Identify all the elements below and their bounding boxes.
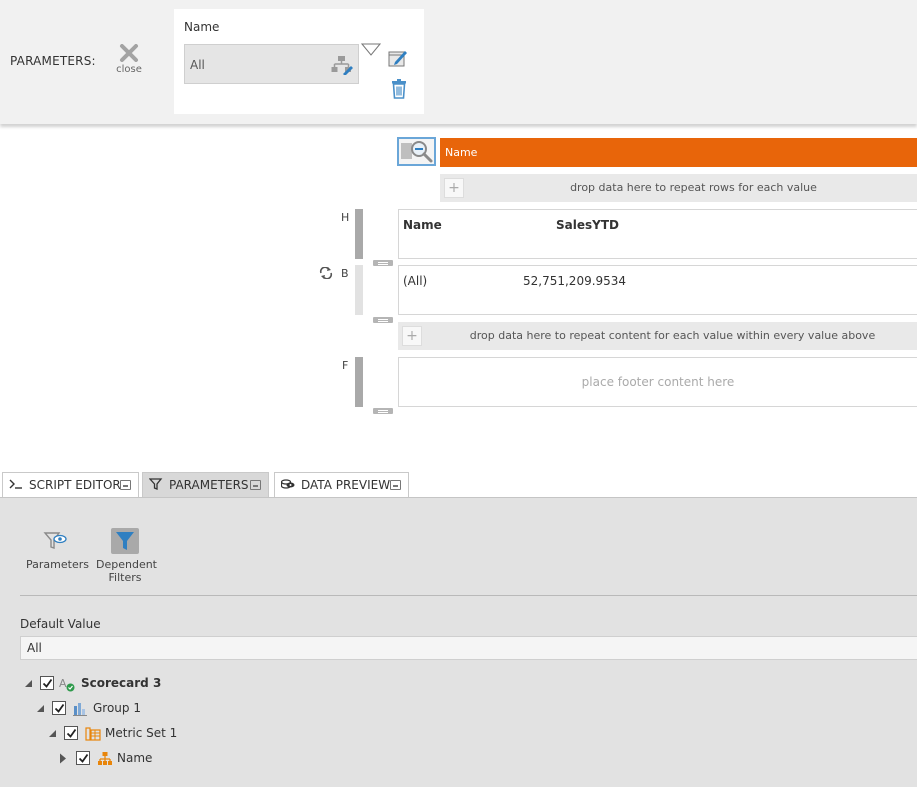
tab-script-editor-label: SCRIPT EDITOR (29, 478, 121, 492)
parameter-name: Name (184, 20, 220, 34)
header-band-bar[interactable] (355, 209, 363, 259)
parameter-value-field[interactable]: All (184, 44, 359, 84)
repeat-icon[interactable] (319, 267, 333, 279)
expanded-arrow-icon[interactable] (24, 679, 33, 688)
header-band-resize-handle[interactable] (373, 260, 393, 266)
group-header-name[interactable]: Name (440, 138, 917, 167)
hierarchy-edit-icon[interactable] (331, 55, 353, 75)
dependent-filters-label-1: Dependent (96, 558, 157, 571)
tab-script-editor[interactable]: SCRIPT EDITOR (2, 472, 139, 497)
footer-placeholder: place footer content here (581, 375, 735, 389)
checkbox[interactable] (40, 676, 54, 690)
svg-text:A: A (59, 677, 67, 690)
footer-band-bar[interactable] (355, 357, 363, 407)
group-bar-icon (73, 703, 87, 716)
expanded-arrow-icon[interactable] (48, 729, 57, 738)
expanded-arrow-icon[interactable] (36, 704, 45, 713)
tree-item-label: Metric Set 1 (105, 726, 178, 740)
terminal-icon (9, 479, 22, 489)
dependent-filters-label-2: Filters (108, 571, 142, 584)
parameters-tool-label: Parameters (26, 558, 89, 571)
tree-item-label: Group 1 (93, 701, 141, 715)
parameters-tool-button[interactable]: Parameters (26, 528, 89, 571)
checkbox[interactable] (52, 701, 66, 715)
column-header-salesytd: SalesYTD (556, 218, 619, 232)
minimize-icon[interactable] (390, 480, 401, 490)
parameters-panel: Parameters Dependent Filters Default Val… (0, 497, 917, 787)
tree-item-scorecard[interactable]: A Scorecard 3 (22, 674, 322, 694)
footer-band[interactable]: place footer content here (398, 357, 917, 407)
filter-eye-icon (43, 532, 67, 549)
parameters-title: PARAMETERS: (10, 54, 96, 68)
zoom-selector-button[interactable] (397, 137, 436, 166)
bottom-tabs: SCRIPT EDITOR PARAMETERS DATA PREVIEW (0, 472, 917, 497)
delete-icon[interactable] (390, 79, 408, 99)
tab-data-preview[interactable]: DATA PREVIEW (274, 472, 409, 497)
parameter-value: All (190, 58, 205, 72)
close-button[interactable]: close (112, 44, 146, 80)
minimize-icon[interactable] (120, 480, 131, 490)
column-header-name: Name (403, 218, 442, 232)
close-label: close (116, 64, 142, 75)
cell-salesytd-value: 52,751,209.9534 (523, 274, 627, 288)
filter-funnel-icon (111, 528, 139, 554)
default-value-input[interactable]: All (20, 636, 917, 660)
magnifier-icon (401, 141, 433, 163)
body-band[interactable]: (All) 52,751,209.9534 (398, 265, 917, 315)
body-band-resize-handle[interactable] (373, 317, 393, 323)
tab-data-preview-label: DATA PREVIEW (301, 478, 391, 492)
footer-band-resize-handle[interactable] (373, 408, 393, 414)
tree-item-label: Scorecard 3 (81, 676, 162, 690)
hierarchy-icon (98, 752, 112, 765)
band-letter-body: B (341, 267, 349, 280)
panel-divider (20, 595, 917, 596)
drop-zone-content[interactable]: + drop data here to repeat content for e… (398, 322, 917, 350)
tree-item-label: Name (117, 751, 153, 765)
drop-zone-content-text: drop data here to repeat content for eac… (469, 329, 876, 342)
close-icon (120, 44, 138, 62)
drop-zone-rows[interactable]: + drop data here to repeat rows for each… (440, 174, 917, 202)
minimize-icon[interactable] (250, 480, 261, 490)
metric-set-icon (85, 727, 101, 741)
tree-item-group[interactable]: Group 1 (34, 699, 334, 719)
parameter-card: Name All (174, 9, 424, 114)
header-band[interactable]: Name SalesYTD (398, 209, 917, 259)
body-band-bar[interactable] (355, 265, 363, 315)
plus-icon: + (444, 178, 464, 198)
tree-item-name[interactable]: Name (58, 749, 358, 769)
cell-name-value: (All) (403, 274, 428, 288)
data-preview-icon (281, 479, 295, 489)
drop-zone-rows-text: drop data here to repeat rows for each v… (570, 181, 817, 194)
dependent-filters-tool-button[interactable]: Dependent Filters (96, 528, 157, 584)
scorecard-icon: A (59, 677, 75, 692)
checkbox[interactable] (64, 726, 78, 740)
checkbox[interactable] (76, 751, 90, 765)
parameters-bar: PARAMETERS: close Name All (0, 0, 917, 124)
band-letter-header: H (341, 211, 350, 224)
tree-item-metric-set[interactable]: Metric Set 1 (46, 724, 346, 744)
plus-icon: + (402, 326, 422, 346)
report-designer: Name + drop data here to repeat rows for… (0, 124, 917, 472)
edit-parameter-icon[interactable] (388, 48, 408, 68)
tab-parameters-label: PARAMETERS (169, 478, 249, 492)
default-value-label: Default Value (20, 617, 101, 631)
tab-parameters[interactable]: PARAMETERS (142, 472, 269, 497)
band-letter-footer: F (342, 359, 349, 372)
collapsed-arrow-icon[interactable] (59, 753, 67, 764)
dropdown-arrow-icon[interactable] (361, 43, 381, 57)
filter-icon (149, 478, 163, 490)
